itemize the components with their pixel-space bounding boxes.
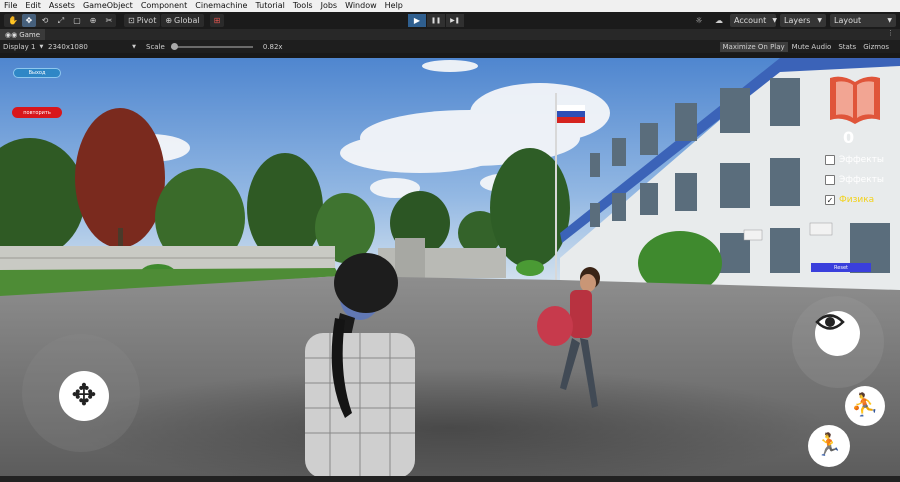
pivot-label: Pivot <box>136 16 157 25</box>
pause-button[interactable]: ❚❚ <box>427 14 445 27</box>
menu-cinemachine[interactable]: Cinemachine <box>191 0 251 12</box>
menu-help[interactable]: Help <box>381 0 407 12</box>
checkbox-label: Эффекты <box>839 155 884 165</box>
grid-snap-button[interactable]: ⊞ <box>209 14 225 27</box>
pivot-icon: ⊡ <box>128 16 135 25</box>
menu-component[interactable]: Component <box>137 0 191 12</box>
book-icon[interactable] <box>826 70 884 128</box>
chevron-down-icon: ▼ <box>772 17 777 24</box>
eye-icon <box>815 314 845 330</box>
transform-tools: ✋ ✥ ⟲ ⤢ ▢ ⊕ ✂ <box>4 14 116 27</box>
tab-game[interactable]: ◉◉ Game <box>0 29 46 40</box>
chevron-down-icon: ▼ <box>132 43 136 50</box>
menu-edit[interactable]: Edit <box>21 0 45 12</box>
repeat-button[interactable]: повторить <box>12 107 62 118</box>
main-toolbar: ✋ ✥ ⟲ ⤢ ▢ ⊕ ✂ ⊡ Pivot ⊕ Global ⊞ ▶ ❚❚ ▶❚… <box>0 12 900 29</box>
menu-jobs[interactable]: Jobs <box>317 0 342 12</box>
menu-bar: File Edit Assets GameObject Component Ci… <box>0 0 900 12</box>
game-view-controls: Display 1 ▼ 2340x1080 ▼ Scale 0.82x Maxi… <box>0 40 900 53</box>
checkbox-effects-2[interactable]: Эффекты <box>825 175 884 185</box>
chevron-down-icon: ▼ <box>817 17 822 24</box>
checkbox-physics[interactable]: ✓ Физика <box>825 195 874 205</box>
scale-icon[interactable]: ⤢ <box>54 14 68 27</box>
services-icon[interactable]: ☼ <box>692 14 706 27</box>
stats-toggle[interactable]: Stats <box>835 42 859 52</box>
jump-button[interactable]: ⛹ <box>845 386 885 426</box>
view-eye-button[interactable] <box>815 311 860 356</box>
menu-tools[interactable]: Tools <box>289 0 317 12</box>
checkbox-box[interactable] <box>825 175 835 185</box>
menu-tutorial[interactable]: Tutorial <box>251 0 288 12</box>
menu-window[interactable]: Window <box>341 0 381 12</box>
tab-game-label: Game <box>19 30 41 39</box>
scale-control: Scale 0.82x <box>146 42 283 51</box>
global-label: Global <box>174 16 200 25</box>
game-viewport[interactable]: Выход повторить 0 Эффекты Эффекты ✓ Физи… <box>0 58 900 476</box>
cloud-icon[interactable]: ☁ <box>712 14 726 27</box>
mute-audio-toggle[interactable]: Mute Audio <box>789 42 835 52</box>
score-counter: 0 <box>843 128 855 147</box>
right-toolbar: ☼ ☁ Account ▼ Layers ▼ Layout ▼ <box>690 14 896 27</box>
scale-value: 0.82x <box>262 42 283 51</box>
layers-label: Layers <box>784 16 811 25</box>
checkbox-label: Физика <box>839 195 875 205</box>
tab-menu-icon[interactable]: ⋮ <box>887 29 894 37</box>
sprint-button[interactable]: 🏃 <box>808 425 850 467</box>
layout-label: Layout <box>834 16 862 25</box>
custom-tool-icon[interactable]: ✂ <box>102 14 116 27</box>
checkbox-effects-1[interactable]: Эффекты <box>825 155 884 165</box>
globe-icon: ⊕ <box>165 16 173 25</box>
rotate-icon[interactable]: ⟲ <box>38 14 52 27</box>
move-arrows-icon: ✥ <box>71 378 97 413</box>
scale-slider[interactable] <box>170 42 253 50</box>
chevron-down-icon: ▼ <box>887 17 892 24</box>
layers-dropdown[interactable]: Layers ▼ <box>780 14 826 27</box>
global-toggle[interactable]: ⊕ Global <box>161 14 204 27</box>
checkbox-box[interactable]: ✓ <box>825 195 835 205</box>
reset-button[interactable]: Reset <box>811 263 871 272</box>
russian-flag <box>557 105 585 123</box>
resolution-dropdown[interactable]: 2340x1080 ▼ <box>48 43 140 51</box>
gamepad-icon: ◉◉ <box>5 30 18 39</box>
display-dropdown[interactable]: Display 1 ▼ <box>3 43 48 51</box>
status-bar <box>0 476 900 482</box>
move-joystick-button[interactable]: ✥ <box>59 371 109 421</box>
move-icon[interactable]: ✥ <box>22 14 36 27</box>
grid-snap-icon: ⊞ <box>213 16 221 25</box>
exit-button[interactable]: Выход <box>13 68 61 78</box>
layout-dropdown[interactable]: Layout ▼ <box>830 14 896 27</box>
scale-label: Scale <box>146 42 165 51</box>
menu-file[interactable]: File <box>0 0 21 12</box>
transform-icon[interactable]: ⊕ <box>86 14 100 27</box>
playmode-controls: ▶ ❚❚ ▶❚ <box>408 14 464 27</box>
scale-slider-thumb[interactable] <box>170 42 178 50</box>
sprint-person-icon: 🏃 <box>815 433 843 458</box>
hand-icon[interactable]: ✋ <box>6 14 20 27</box>
checkbox-label: Эффекты <box>839 175 884 185</box>
gizmos-toggle[interactable]: Gizmos <box>860 42 892 52</box>
running-person-icon: ⛹ <box>851 393 879 418</box>
account-label: Account <box>734 16 767 25</box>
game-tab-row: ◉◉ Game ⋮ <box>0 29 900 40</box>
play-button[interactable]: ▶ <box>408 14 426 27</box>
resolution-label: 2340x1080 <box>48 42 88 51</box>
display-label: Display 1 <box>3 42 36 51</box>
account-dropdown[interactable]: Account ▼ <box>730 14 777 27</box>
rect-icon[interactable]: ▢ <box>70 14 84 27</box>
maximize-on-play-toggle[interactable]: Maximize On Play <box>719 41 788 52</box>
chevron-down-icon: ▼ <box>39 43 44 50</box>
menu-gameobject[interactable]: GameObject <box>79 0 137 12</box>
pivot-toggle[interactable]: ⊡ Pivot <box>124 14 161 27</box>
game-toggles: Maximize On Play Mute Audio Stats Gizmos <box>719 41 892 52</box>
menu-assets[interactable]: Assets <box>45 0 79 12</box>
step-button[interactable]: ▶❚ <box>446 14 464 27</box>
checkbox-box[interactable] <box>825 155 835 165</box>
